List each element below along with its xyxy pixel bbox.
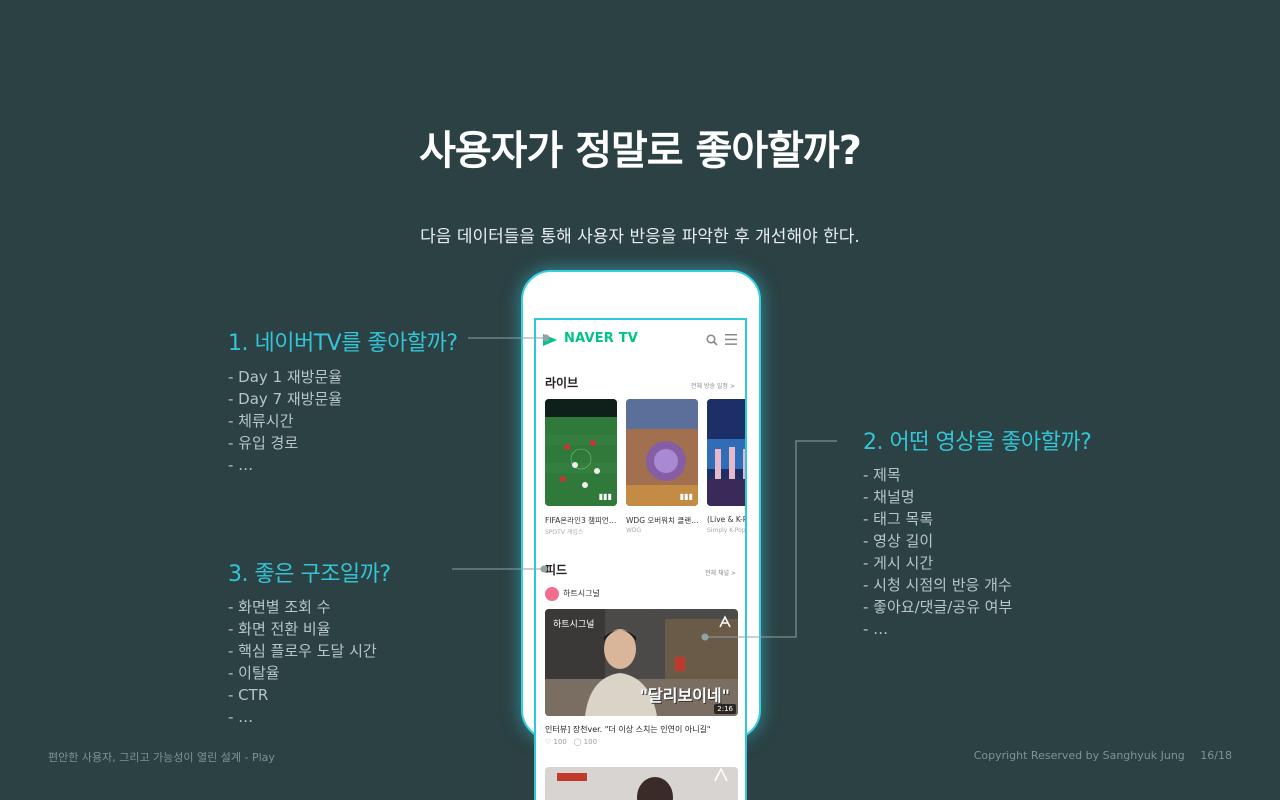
list-item: - 제목 [863, 466, 901, 484]
list-item: - 영상 길이 [863, 532, 934, 550]
live-card-3[interactable] [707, 399, 745, 506]
video-duration: 2:16 [714, 704, 736, 714]
video-stats: ♡ 100 ◯ 100 [545, 738, 597, 746]
list-item: - 핵심 플로우 도달 시간 [228, 642, 377, 660]
list-item: - 시청 시점의 반응 개수 [863, 576, 1012, 594]
list-item: - 화면 전환 비율 [228, 620, 331, 638]
live-heading: 라이브 [545, 376, 579, 390]
thumbnail-caption: "달리보이네" [639, 686, 730, 705]
concert-thumbnail [707, 399, 745, 506]
list-item: - 이탈율 [228, 664, 280, 682]
section-title-2: 2. 어떤 영상을 좋아할까? [863, 430, 1092, 455]
live-card-title: WDG 오버워치 클랜… [626, 516, 699, 525]
thumbnail-channel-label: 하트시그널 [553, 620, 595, 630]
slide-subtitle: 다음 데이터들을 통해 사용자 반응을 파악한 후 개선해야 한다. [420, 227, 860, 247]
feed-heading: 피드 [545, 563, 568, 577]
app-nav-bar: NAVER TV [536, 320, 745, 360]
list-item: - CTR [228, 686, 269, 704]
section-title-1: 1. 네이버TV를 좋아할까? [228, 331, 458, 356]
section-list-1: - Day 1 재방문율 - Day 7 재방문율 - 체류시간 - 유입 경로… [228, 366, 342, 476]
naver-tv-play-icon [543, 334, 557, 346]
footer-copyright: Copyright Reserved by Sanghyuk Jung [973, 749, 1185, 762]
like-count: 100 [553, 738, 567, 746]
live-card-title: FIFA온라인3 챔피언… [545, 516, 617, 525]
page-number: 16/18 [1200, 749, 1232, 762]
list-item: - … [863, 620, 889, 638]
comment-icon[interactable]: ◯ [574, 738, 582, 746]
list-item: - 게시 시간 [863, 554, 934, 572]
channel-name[interactable]: 하트시그널 [563, 588, 600, 599]
section-title-3: 3. 좋은 구조일까? [228, 562, 391, 587]
footer-deck-title: 편안한 사용자, 그리고 가능성이 열린 설계 - Play [48, 751, 275, 764]
list-item: - 태그 목록 [863, 510, 934, 528]
list-item: - … [228, 456, 254, 474]
list-item: - 유입 경로 [228, 434, 299, 452]
live-card-channel: WDG [626, 527, 642, 534]
avatar[interactable] [545, 587, 559, 601]
feed-video-thumbnail-2[interactable] [545, 767, 738, 800]
list-item: - 체류시간 [228, 412, 294, 430]
soccer-field-thumbnail [545, 399, 617, 506]
footer-right: Copyright Reserved by Sanghyuk Jung 16/1… [962, 749, 1232, 762]
feed-video-thumbnail[interactable]: 하트시그널 "달리보이네" 2:16 [545, 609, 738, 716]
section-list-3: - 화면별 조회 수 - 화면 전환 비율 - 핵심 플로우 도달 시간 - 이… [228, 596, 377, 728]
live-card-1[interactable]: ▮▮▮ [545, 399, 617, 506]
list-item: - … [228, 708, 254, 726]
live-card-title: (Live & K-Po [707, 515, 747, 524]
list-item: - Day 1 재방문율 [228, 368, 343, 386]
section-list-2: - 제목 - 채널명 - 태그 목록 - 영상 길이 - 게시 시간 - 시청 … [863, 464, 1012, 640]
list-item: - 좋아요/댓글/공유 여부 [863, 598, 1013, 616]
video-title[interactable]: 인터뷰] 장천ver. "더 이상 스치는 인연이 아니길" [545, 724, 741, 735]
list-item: - Day 7 재방문율 [228, 390, 343, 408]
menu-icon[interactable] [725, 334, 737, 345]
vlive-badge-icon [719, 615, 731, 628]
list-item: - 화면별 조회 수 [228, 598, 331, 616]
next-video-thumbnail [545, 767, 738, 800]
live-bars-icon: ▮▮▮ [679, 492, 693, 501]
live-card-2[interactable]: ▮▮▮ [626, 399, 698, 506]
live-bars-icon: ▮▮▮ [598, 492, 612, 501]
feed-all-channels-link[interactable]: 전체 채널 > [705, 568, 736, 577]
live-card-channel: Simply K-Pop [707, 527, 746, 534]
app-logo: NAVER TV [564, 331, 639, 346]
game-thumbnail [626, 399, 698, 506]
search-icon[interactable] [706, 334, 718, 346]
live-schedule-link[interactable]: 전체 방송 일정 > [691, 381, 735, 390]
phone-screen: NAVER TV 라이브 전체 방송 일정 > ▮▮▮ ▮▮▮ FIFA온라인3… [534, 318, 747, 800]
heart-icon[interactable]: ♡ [545, 738, 551, 746]
comment-count: 100 [583, 738, 598, 746]
list-item: - 채널명 [863, 488, 915, 506]
live-card-channel: SPOTV 게임스 [545, 529, 584, 536]
slide-title: 사용자가 정말로 좋아할까? [419, 128, 862, 174]
